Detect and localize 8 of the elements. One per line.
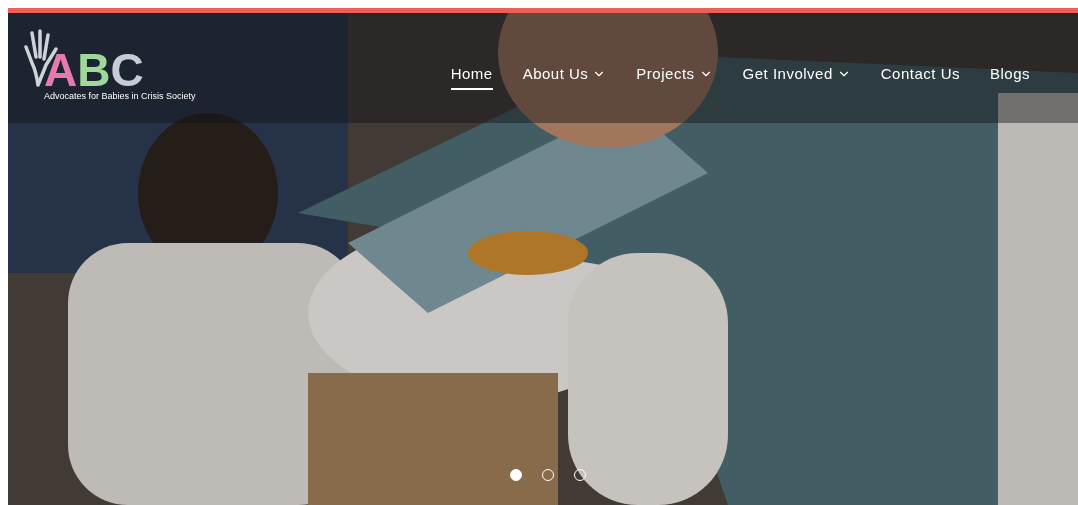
nav-link[interactable]: Contact Us bbox=[880, 65, 960, 90]
logo-letters: ABC bbox=[44, 47, 144, 93]
nav-link[interactable]: Projects bbox=[636, 65, 713, 90]
nav-link[interactable]: About Us bbox=[522, 65, 607, 90]
nav-link[interactable]: Home bbox=[450, 65, 493, 90]
logo-tagline: Advocates for Babies in Crisis Society bbox=[44, 91, 196, 101]
nav-link[interactable]: Get Involved bbox=[742, 65, 851, 90]
nav-link[interactable]: Blogs bbox=[989, 65, 1030, 90]
